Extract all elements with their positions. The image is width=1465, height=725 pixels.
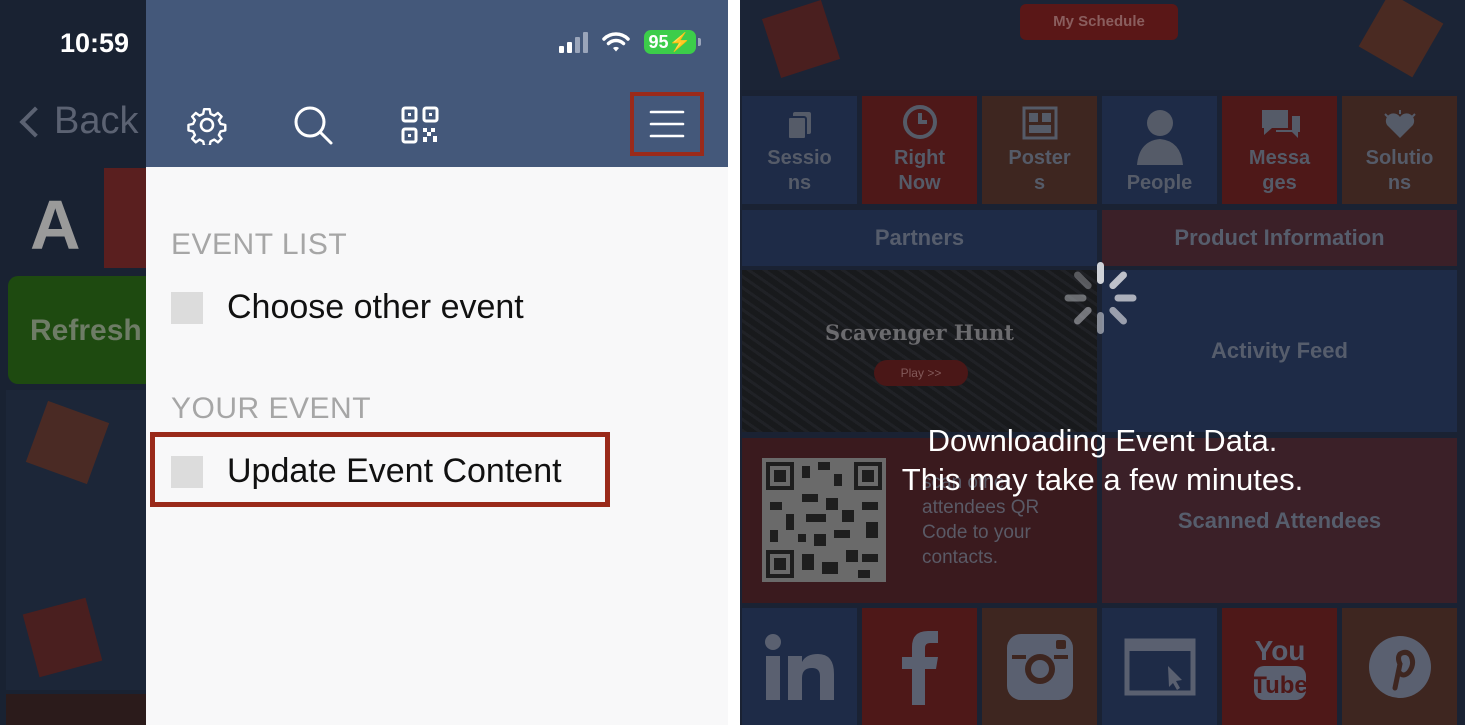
battery-level: 95 (648, 32, 669, 52)
search-icon (294, 106, 333, 145)
system-status-icons: 95⚡ (558, 30, 702, 54)
menu-toolbar (146, 90, 728, 160)
qr-scan-button[interactable] (395, 100, 445, 150)
battery-icon: 95⚡ (643, 30, 702, 54)
side-menu-panel: 95⚡ EVENT LIST Choose other event YOUR E… (146, 0, 728, 725)
choose-other-event-item[interactable]: Choose other event (171, 288, 524, 327)
loading-spinner-icon (1064, 262, 1137, 334)
qr-code-icon (401, 106, 439, 144)
background-banner-letter: A (30, 186, 81, 264)
your-event-header: YOUR EVENT (171, 392, 372, 425)
status-time: 10:59 (60, 28, 130, 58)
menu-header: 95⚡ (146, 0, 728, 167)
hamburger-menu-icon (649, 110, 685, 138)
update-event-content-item[interactable]: Update Event Content (171, 452, 562, 491)
left-phone-screen: 10:59 Back A Refresh 95⚡ EVENT LIST Choo… (0, 0, 730, 725)
loading-message-line2: This may take a few minutes. (901, 462, 1304, 497)
wifi-icon (601, 31, 630, 53)
gear-icon (187, 108, 227, 145)
background-app: 10:59 Back A Refresh (0, 0, 146, 725)
back-label: Back (54, 100, 139, 142)
right-phone-screen: My Schedule Sessio ns Right Now Poster s Pe… (740, 0, 1465, 725)
hamburger-menu-button[interactable] (630, 92, 704, 156)
chevron-left-icon (19, 105, 51, 138)
refresh-button[interactable]: Refresh (8, 276, 146, 384)
loading-overlay (740, 0, 1465, 725)
menu-item-checkbox (171, 291, 203, 324)
choose-other-event-label: Choose other event (227, 288, 524, 326)
event-list-header: EVENT LIST (171, 228, 348, 261)
settings-button[interactable] (182, 100, 232, 150)
loading-message-line1: Downloading Event Data. (927, 423, 1278, 458)
background-bottom-tiles (6, 694, 146, 725)
background-banner-block (104, 168, 146, 268)
update-event-content-label: Update Event Content (227, 452, 562, 490)
cellular-signal-icon (558, 31, 588, 53)
menu-item-checkbox (171, 455, 203, 488)
screenshot-divider (728, 0, 740, 725)
search-button[interactable] (288, 100, 338, 150)
back-button[interactable]: Back (16, 100, 138, 143)
